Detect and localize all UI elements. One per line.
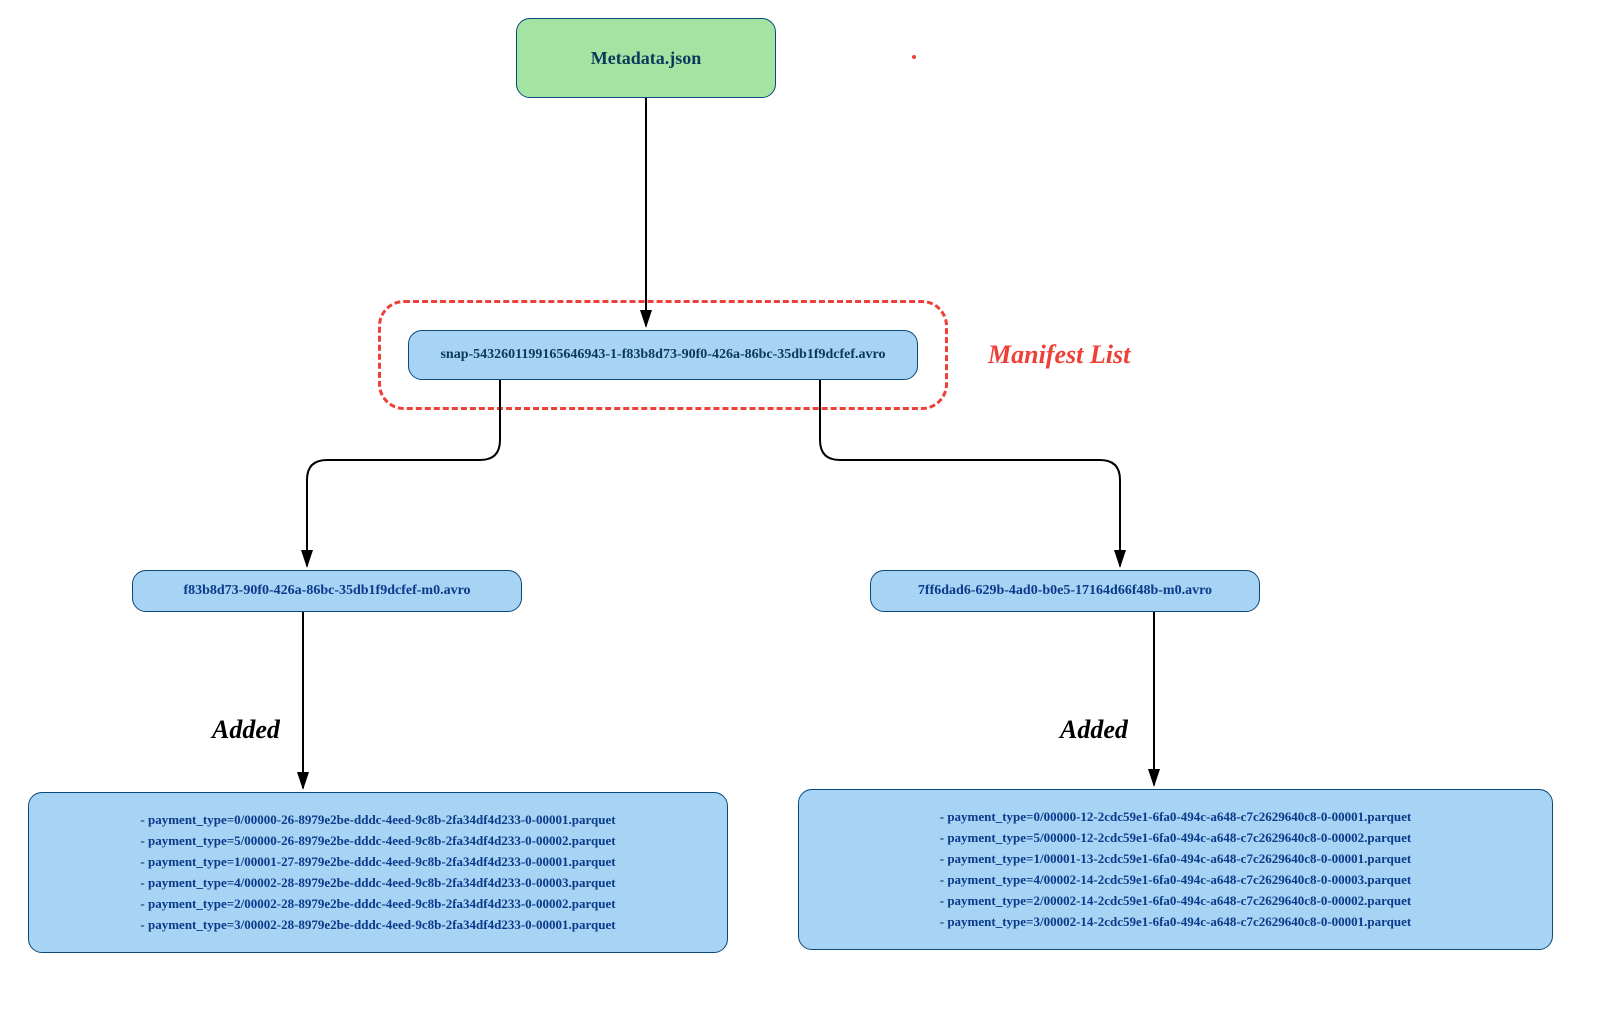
file-line: - payment_type=0/00000-26-8979e2be-dddc-… (43, 812, 713, 828)
manifest-right-box: 7ff6dad6-629b-4ad0-b0e5-17164d66f48b-m0.… (870, 570, 1260, 612)
file-line: - payment_type=3/00002-28-8979e2be-dddc-… (43, 917, 713, 933)
manifest-list-label: Manifest List (988, 340, 1130, 370)
file-line: - payment_type=0/00000-12-2cdc59e1-6fa0-… (813, 809, 1538, 825)
file-line: - payment_type=4/00002-14-2cdc59e1-6fa0-… (813, 872, 1538, 888)
files-left-box: - payment_type=0/00000-26-8979e2be-dddc-… (28, 792, 728, 953)
file-line: - payment_type=5/00000-12-2cdc59e1-6fa0-… (813, 830, 1538, 846)
file-line: - payment_type=3/00002-14-2cdc59e1-6fa0-… (813, 914, 1538, 930)
dot-marker (912, 55, 916, 59)
file-line: - payment_type=2/00002-14-2cdc59e1-6fa0-… (813, 893, 1538, 909)
file-line: - payment_type=1/00001-13-2cdc59e1-6fa0-… (813, 851, 1538, 867)
file-line: - payment_type=2/00002-28-8979e2be-dddc-… (43, 896, 713, 912)
metadata-box: Metadata.json (516, 18, 776, 98)
files-right-box: - payment_type=0/00000-12-2cdc59e1-6fa0-… (798, 789, 1553, 950)
manifest-left-box: f83b8d73-90f0-426a-86bc-35db1f9dcfef-m0.… (132, 570, 522, 612)
added-left-label: Added (212, 715, 280, 745)
snap-file-box: snap-5432601199165646943-1-f83b8d73-90f0… (408, 330, 918, 380)
file-line: - payment_type=1/00001-27-8979e2be-dddc-… (43, 854, 713, 870)
added-right-label: Added (1060, 715, 1128, 745)
file-line: - payment_type=4/00002-28-8979e2be-dddc-… (43, 875, 713, 891)
file-line: - payment_type=5/00000-26-8979e2be-dddc-… (43, 833, 713, 849)
